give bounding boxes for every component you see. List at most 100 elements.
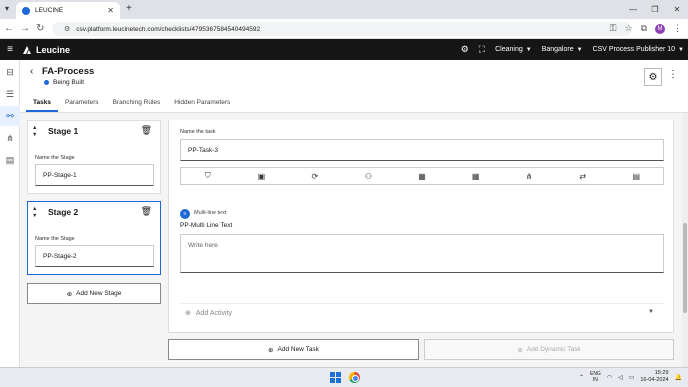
restore-icon[interactable]: ❐ [644,0,666,19]
stage-name-input[interactable]: PP-Stage-2 [35,245,154,267]
scrollbar-thumb[interactable] [683,223,687,313]
hierarchy-icon[interactable]: ⋔ [502,168,556,184]
facility-dropdown-label: Cleaning [495,46,523,53]
location-dropdown[interactable]: Bangalore ▼ [542,46,583,53]
browser-actions: ⚿ ☆ ⧉ M ⋮ [610,23,682,34]
reload-icon[interactable]: ↻ [36,23,44,34]
language-indicator[interactable]: ENG IN [590,371,601,383]
gear-icon: ⚙ [648,71,658,83]
branch-icon[interactable]: ⇄ [556,168,610,184]
plus-circle-icon: ⊕ [517,346,523,354]
chevron-down-icon: ▼ [648,309,654,315]
add-new-stage-button[interactable]: ⊕ Add New Stage [27,283,161,304]
back-arrow-icon[interactable]: ‹ [30,66,33,77]
tab-search-chevron-icon[interactable]: ▾ [5,4,9,13]
minimize-icon[interactable]: — [622,0,644,19]
more-options-icon[interactable]: ⋮ [668,69,678,80]
stage-name-input[interactable]: PP-Stage-1 [35,164,154,186]
assign-user-icon[interactable]: ⚇ [342,168,396,184]
tab-parameters[interactable]: Parameters [58,93,106,112]
close-window-icon[interactable]: ✕ [666,0,688,19]
close-tab-icon[interactable]: ✕ [107,6,114,15]
tab-branching-rules[interactable]: Branching Rules [106,93,168,112]
brand-logo[interactable]: Leucine [22,45,70,55]
schedule-icon[interactable]: ▦ [449,168,503,184]
add-dynamic-task-button[interactable]: ⊕ Add Dynamic Task [424,339,674,360]
window-controls: — ❐ ✕ [622,0,688,19]
sidebar-item-jobs[interactable]: ☰ [0,84,20,104]
task-name-input[interactable]: PP-Task-3 [180,139,664,161]
battery-icon[interactable]: ▭ [629,374,635,381]
reorder-arrows-icon[interactable]: ▲ ▼ [32,206,37,220]
tab-hidden-parameters[interactable]: Hidden Parameters [167,93,237,112]
leucine-favicon-icon [22,6,30,15]
stage-card-1[interactable]: ▲ ▼ Stage 1 🗑 Name the Stage PP-Stage-1 [27,120,161,194]
add-new-stage-label: Add New Stage [76,290,122,297]
task-name-label: Name the task [180,129,216,135]
new-tab-icon[interactable]: + [126,3,132,14]
page-scrollbar[interactable] [682,113,688,367]
volume-icon[interactable]: ◁ [618,374,623,381]
profile-avatar[interactable]: M [655,23,665,34]
password-key-icon[interactable]: ⚿ [610,23,617,34]
calendar-icon[interactable]: ▦ [395,168,449,184]
stage-card-2[interactable]: ▲ ▼ Stage 2 🗑 Name the Stage PP-Stage-2 [27,201,161,275]
browser-tab-title: LEUCINE [35,7,64,14]
site-info-icon[interactable]: ⚙ [64,25,70,33]
task-card: Name the task PP-Task-3 ⛉ ▣ ⟳ ⚇ ▦ ▦ ⋔ ⇄ … [168,120,674,333]
multiline-textarea[interactable]: Write here [180,234,664,273]
browser-tab[interactable]: LEUCINE ✕ [16,2,120,19]
clock[interactable]: 15:29 16-04-2024 [640,370,668,384]
browser-tabbar: ▾ LEUCINE ✕ + — ❐ ✕ [0,0,688,19]
page-header: ‹ FA-Process Being Built ⚙ ⋮ [20,60,688,93]
address-bar[interactable]: ⚙ csv.platform.leucinetech.com/checklist… [52,22,632,36]
bookmark-star-icon[interactable]: ☆ [624,23,632,34]
add-new-task-button[interactable]: ⊕ Add New Task [168,339,419,360]
sidebar-item-ontology[interactable]: ⋔ [0,128,20,148]
stage-title: Stage 1 [48,126,79,136]
windows-start-icon[interactable] [330,372,341,383]
scan-icon[interactable]: ⛶ [479,44,485,55]
reorder-arrows-icon[interactable]: ▲ ▼ [32,125,37,139]
chrome-taskbar-icon[interactable] [349,372,360,383]
activity-name: PP-Multi Line Text [180,222,233,229]
clipboard-icon: ☰ [5,88,15,99]
calendar-check-icon[interactable]: ▤ [610,168,664,184]
shield-icon[interactable]: ⛉ [181,168,235,184]
sidebar-item-inbox[interactable]: ⊟ [0,62,20,82]
forward-icon[interactable]: → [20,23,30,34]
tray-chevron-up-icon[interactable]: ⌃ [579,374,584,381]
recurrence-icon[interactable]: ⟳ [288,168,342,184]
os-taskbar: ⌃ ENG IN ◠ ◁ ▭ 15:29 16-04-2024 🔔 [0,367,688,387]
app-header: ≡ Leucine ⚙ ⛶ Cleaning ▼ Bangalore ▼ CSV… [0,39,688,60]
notification-bell-icon[interactable]: 🔔 [675,374,682,381]
stage-title: Stage 2 [48,207,79,217]
browser-menu-icon[interactable]: ⋮ [673,23,682,34]
hamburger-menu-icon[interactable]: ≡ [0,44,20,55]
multiline-text-icon: ≡ [180,209,190,219]
facility-dropdown[interactable]: Cleaning ▼ [495,46,532,53]
user-dropdown-label: CSV Process Publisher 10 [592,46,676,53]
user-dropdown[interactable]: CSV Process Publisher 10 ▼ [593,46,684,53]
add-new-task-label: Add New Task [277,346,319,353]
settings-gear-icon[interactable]: ⚙ [461,44,469,55]
extensions-icon[interactable]: ⧉ [641,23,647,34]
chevron-down-icon: ▼ [576,46,583,53]
status-text: Being Built [53,79,85,86]
back-icon[interactable]: ← [4,23,14,34]
sidebar-item-processes[interactable]: ⚯ [0,106,20,126]
delete-stage-icon[interactable]: 🗑 [141,206,152,217]
image-icon[interactable]: ▣ [235,168,289,184]
wifi-icon[interactable]: ◠ [607,374,612,381]
sidebar-item-reports[interactable]: ▤ [0,150,20,170]
browser-toolbar: ← → ↻ ⚙ csv.platform.leucinetech.com/che… [0,19,688,39]
tab-tasks[interactable]: Tasks [26,93,58,112]
system-tray: ⌃ ENG IN ◠ ◁ ▭ 15:29 16-04-2024 🔔 [579,370,682,384]
url-text[interactable]: csv.platform.leucinetech.com/checklists/… [76,26,626,33]
chevron-down-icon: ▼ [525,46,532,53]
stage-name-label: Name the Stage [35,236,75,242]
process-settings-button[interactable]: ⚙ [644,68,662,86]
add-activity-dropdown[interactable]: ⊕ Add Activity ▼ [180,303,664,322]
inbox-icon: ⊟ [6,66,14,77]
delete-stage-icon[interactable]: 🗑 [141,125,152,136]
